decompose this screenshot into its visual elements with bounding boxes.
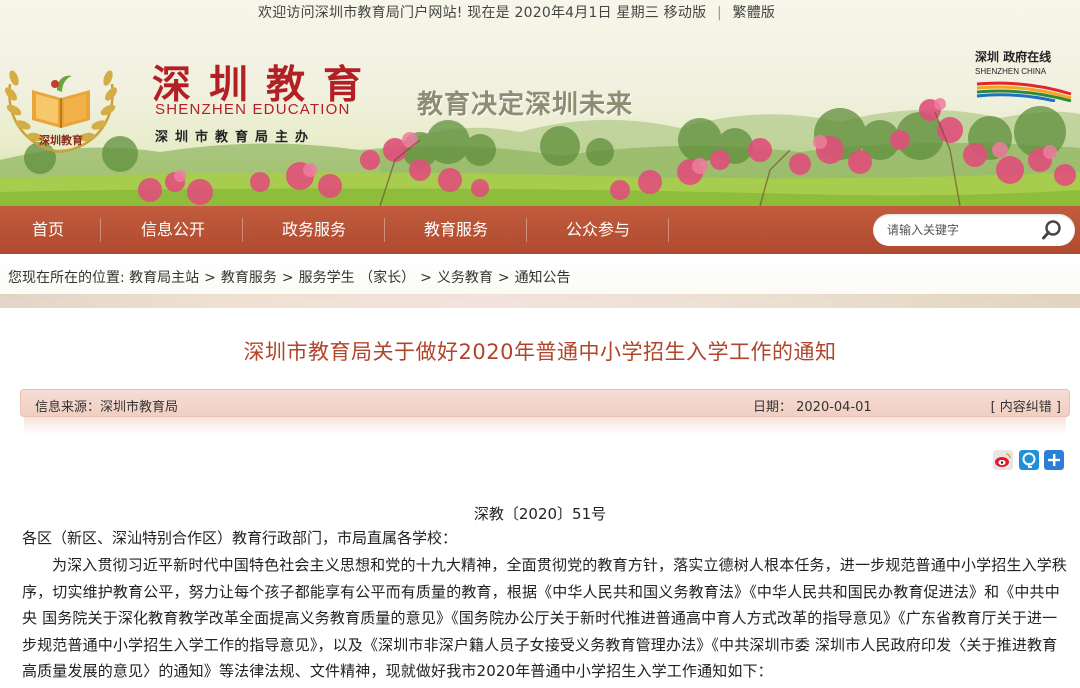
breadcrumb-notices[interactable]: 通知公告 — [515, 270, 571, 286]
welcome-text: 欢迎访问深圳市教育局门户网站! 现在是 2020年4月1日 星期三 — [258, 5, 660, 21]
nav-info-disclosure[interactable]: 信息公开 — [104, 206, 242, 254]
rainbow-swoosh-icon — [976, 81, 1072, 103]
nav-divider — [100, 218, 101, 242]
shenzhen-gov-logo[interactable]: 深圳 政府在线 SHENZHEN CHINA — [975, 48, 1075, 106]
nav-divider — [526, 218, 527, 242]
content-correction-link[interactable]: [ 内容纠错 ] — [991, 396, 1061, 415]
qzone-icon[interactable] — [1019, 450, 1039, 470]
site-subtitle: 深圳市教育局主办 — [155, 130, 316, 145]
education-emblem: 深圳教育 — [2, 40, 120, 162]
breadcrumb-separator: > — [281, 270, 294, 286]
search-icon[interactable] — [1041, 219, 1063, 241]
weibo-icon[interactable] — [993, 450, 1013, 470]
nav-public-participation[interactable]: 公众参与 — [528, 206, 668, 254]
traditional-chinese-link[interactable]: 繁體版 — [733, 5, 776, 21]
breadcrumb-home[interactable]: 教育局主站 — [129, 270, 199, 286]
decorative-strip — [0, 294, 1080, 308]
search-box — [873, 214, 1075, 246]
site-title-en: SHENZHEN EDUCATION — [155, 101, 351, 118]
nav-education-services[interactable]: 教育服务 — [386, 206, 526, 254]
city-logo-cn: 深圳 政府在线 — [975, 50, 1052, 64]
breadcrumb-separator: > — [204, 270, 216, 286]
breadcrumb-education-services[interactable]: 教育服务 — [221, 270, 277, 286]
header-banner: 欢迎访问深圳市教育局门户网站! 现在是 2020年4月1日 星期三 移动版 | … — [0, 0, 1080, 206]
search-input[interactable] — [887, 221, 1037, 239]
article-title: 深圳市教育局关于做好2020年普通中小学招生入学工作的通知 — [243, 340, 837, 364]
document-number: 深教〔2020〕51号 — [473, 505, 607, 523]
salutation: 各区（新区、深汕特别合作区）教育行政部门，市局直属各学校： — [22, 529, 458, 547]
meta-bar-shadow — [24, 417, 1066, 435]
breadcrumb-bar: 您现在所在的位置: 教育局主站 > 教育服务 > 服务学生 （家长） > 义务教育 > 通知公告 — [0, 254, 1080, 298]
article-source: 信息来源：深圳市教育局 — [35, 400, 179, 415]
article-date: 日期： 2020-04-01 — [753, 400, 872, 415]
nav-divider — [384, 218, 385, 242]
nav-government-services[interactable]: 政务服务 — [244, 206, 384, 254]
article-paragraph: 为深入贯彻习近平新时代中国特色社会主义思想和党的十九大精神，全面贯彻党的教育方针… — [22, 556, 1068, 680]
emblem-text: 深圳教育 — [39, 133, 83, 147]
slogan: 教育决定深圳未来 — [417, 90, 634, 120]
top-bar: 欢迎访问深圳市教育局门户网站! 现在是 2020年4月1日 星期三 移动版 | … — [258, 2, 775, 22]
city-logo-en: SHENZHEN CHINA — [975, 67, 1047, 76]
breadcrumb: 您现在所在的位置: 教育局主站 > 教育服务 > 服务学生 （家长） > 义务教育 > 通知公告 — [8, 267, 571, 287]
breadcrumb-student-services[interactable]: 服务学生 （家长） — [299, 270, 415, 286]
nav-divider — [668, 218, 669, 242]
nav-home[interactable]: 首页 — [0, 206, 96, 254]
topbar-separator: | — [716, 5, 722, 21]
article-meta-bar: 信息来源：深圳市教育局 日期： 2020-04-01 [ 内容纠错 ] — [20, 389, 1070, 417]
breadcrumb-compulsory-education[interactable]: 义务教育 — [437, 270, 493, 286]
breadcrumb-separator: > — [497, 270, 510, 286]
mobile-version-link[interactable]: 移动版 — [664, 5, 707, 21]
breadcrumb-prefix: 您现在所在的位置: — [8, 270, 125, 286]
nav-divider — [242, 218, 243, 242]
more-share-icon[interactable] — [1044, 450, 1064, 470]
breadcrumb-separator: > — [420, 270, 432, 286]
